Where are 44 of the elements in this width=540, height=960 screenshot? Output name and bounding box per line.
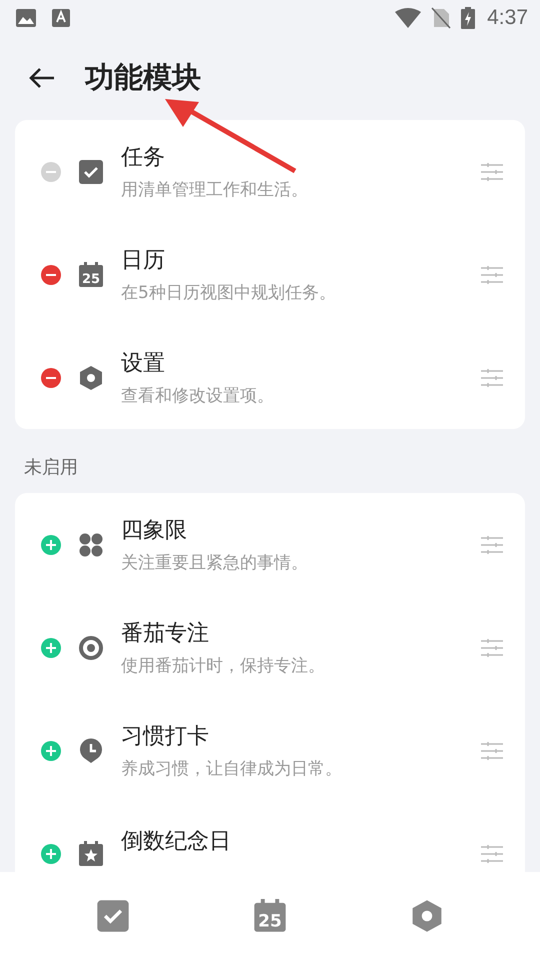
add-button[interactable] [41, 534, 61, 554]
module-title: 倒数纪念日 [121, 828, 232, 856]
drag-handle-icon[interactable] [481, 266, 503, 284]
module-description: 在5种日历视图中规划任务。 [121, 282, 337, 304]
module-title: 习惯打卡 [121, 723, 210, 751]
nav-hexagon-tab[interactable] [410, 899, 444, 933]
module-description: 查看和修改设置项。 [121, 385, 275, 407]
wifi-icon [395, 8, 422, 28]
module-description: 关注重要且紧急的事情。 [121, 552, 309, 574]
checkbox-icon [78, 158, 104, 184]
module-title: 设置 [121, 350, 166, 378]
section-label: 未启用 [23, 456, 79, 480]
module-title: 任务 [121, 144, 166, 172]
module-title: 日历 [121, 247, 166, 275]
module-description: 用清单管理工作和生活。 [121, 179, 309, 201]
back-button[interactable] [28, 66, 56, 90]
module-title: 番茄专注 [121, 620, 210, 648]
hexagon-icon [78, 364, 104, 390]
page-title: 功能模块 [85, 59, 201, 96]
remove-button[interactable] [41, 264, 61, 284]
add-button[interactable] [41, 638, 61, 658]
font-icon [52, 9, 70, 27]
status-time: 4:37 [487, 6, 528, 30]
no-sim-icon [431, 7, 452, 29]
drag-handle-icon[interactable] [481, 368, 503, 386]
add-button[interactable] [41, 740, 61, 760]
module-description: 使用番茄计时，保持专注。 [121, 655, 326, 677]
drag-handle-icon[interactable] [481, 742, 503, 760]
clock-icon [78, 738, 104, 764]
drag-handle-icon[interactable] [481, 638, 503, 656]
star-calendar-icon [78, 840, 104, 866]
drag-handle-icon[interactable] [481, 844, 503, 862]
module-description: 养成习惯，让自律成为日常。 [121, 758, 343, 780]
nav-checkbox-tab[interactable] [96, 899, 130, 933]
battery-icon [461, 7, 476, 29]
module-title: 四象限 [121, 517, 188, 545]
image-icon [16, 9, 36, 27]
drag-handle-icon[interactable] [481, 536, 503, 554]
ring-icon [78, 634, 104, 660]
clover-icon [78, 532, 104, 558]
remove-button[interactable] [41, 368, 61, 388]
drag-handle-icon[interactable] [481, 162, 503, 180]
add-button[interactable] [41, 844, 61, 864]
calendar-icon: 25 [78, 262, 104, 288]
